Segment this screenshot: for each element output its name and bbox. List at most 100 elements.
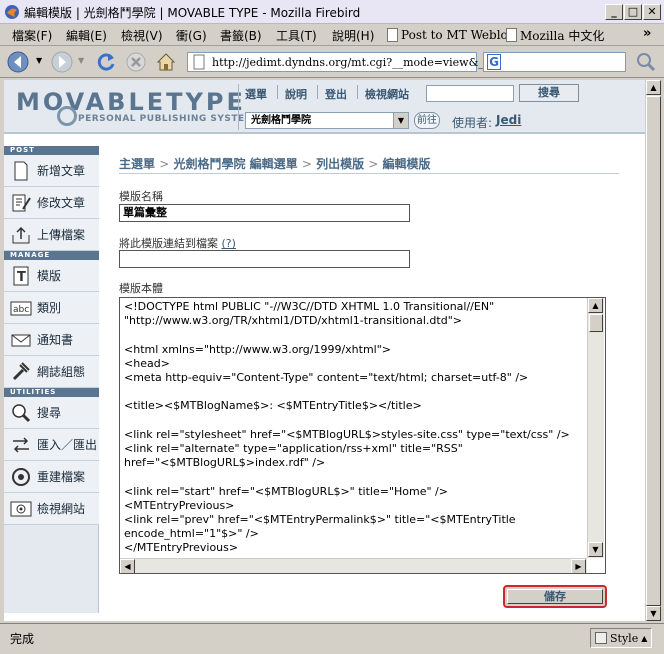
sidebar-item-config[interactable]: 網誌組態 — [4, 356, 99, 388]
url-text: http://jedimt.dyndns.org/mt.cgi?__mode=v… — [212, 56, 502, 69]
scroll-down-icon[interactable]: ▼ — [646, 606, 661, 621]
textarea-horizontal-scrollbar[interactable]: ◀ ▶ — [120, 558, 587, 573]
sidebar-item-templates[interactable]: T 模版 — [4, 260, 99, 292]
sidebar-item-import-export[interactable]: 匯入／匯出 — [4, 429, 99, 461]
menu-file[interactable]: 檔案(F) — [12, 27, 52, 44]
sidebar-item-notifications[interactable]: 通知書 — [4, 324, 99, 356]
sidebar-item-rebuild[interactable]: 重建檔案 — [4, 461, 99, 493]
search-bar[interactable]: G — [483, 52, 626, 72]
mt-header: MOVABLETYPE PERSONAL PUBLISHING SYSTEM 選… — [4, 80, 645, 134]
menu-tools[interactable]: 工具(T) — [276, 27, 317, 44]
logo-tagline: PERSONAL PUBLISHING SYSTEM — [78, 114, 255, 124]
sidebar-item-edit-entries[interactable]: 修改文章 — [4, 187, 99, 219]
throbber-icon[interactable] — [634, 50, 658, 74]
user-name-link[interactable]: Jedi — [496, 113, 521, 127]
new-entry-icon — [14, 161, 28, 180]
textarea-vertical-scrollbar[interactable]: ▲ ▼ — [587, 298, 604, 558]
menu-help[interactable]: 說明(H) — [332, 27, 374, 44]
status-bar: 完成 Style ▲ — [0, 623, 664, 654]
crumb-separator: > — [159, 157, 170, 171]
back-dropdown-icon[interactable]: ▼ — [36, 56, 42, 65]
scroll-down-icon[interactable]: ▼ — [588, 542, 603, 557]
scroll-up-icon[interactable]: ▲ — [588, 298, 603, 313]
header-separator — [357, 85, 358, 99]
bookmark-mozilla-zh[interactable]: Mozilla 中文化 — [506, 26, 604, 44]
blog-select[interactable]: 光劍格鬥學院 ▼ — [245, 112, 409, 129]
save-button-label: 儲存 — [507, 589, 603, 604]
status-text: 完成 — [10, 632, 35, 646]
template-name-input[interactable]: 單篇彙整 — [119, 204, 410, 222]
menu-edit[interactable]: 編輯(E) — [66, 27, 107, 44]
scroll-thumb[interactable] — [646, 96, 661, 606]
help-link[interactable]: (?) — [222, 237, 236, 250]
header-link-view-site[interactable]: 檢視網站 — [365, 86, 409, 102]
rebuild-icon — [12, 467, 30, 486]
user-label: 使用者: — [452, 116, 493, 130]
categories-icon: abc — [10, 301, 32, 315]
sidebar-section-utilities: UTILITIES — [4, 388, 99, 397]
scroll-thumb[interactable] — [589, 314, 603, 332]
forward-icon[interactable] — [50, 50, 74, 74]
home-icon[interactable] — [154, 50, 178, 74]
crumb-list-templates[interactable]: 列出模版 — [316, 157, 364, 171]
window-title: 編輯模版 | 光劍格鬥學院 | MOVABLE TYPE - Mozilla F… — [24, 6, 361, 20]
menu-bar: 檔案(F) 編輯(E) 檢視(V) 衝(G) 書籤(B) 工具(T) 說明(H)… — [0, 24, 664, 46]
link-file-input[interactable] — [119, 250, 410, 268]
mt-search-button[interactable]: 搜尋 — [519, 84, 579, 102]
reload-icon[interactable] — [94, 50, 118, 74]
chevron-up-icon: ▲ — [641, 633, 648, 643]
upload-file-icon — [12, 226, 30, 243]
import-export-icon — [13, 436, 29, 453]
sidebar-item-search[interactable]: 搜尋 — [4, 397, 99, 429]
sidebar-item-categories[interactable]: abc 類別 — [4, 292, 99, 324]
scroll-right-icon[interactable]: ▶ — [571, 559, 586, 573]
svg-text:T: T — [17, 270, 26, 285]
go-button[interactable]: 前往 — [414, 112, 440, 129]
address-bar[interactable]: http://jedimt.dyndns.org/mt.cgi?__mode=v… — [187, 52, 502, 72]
save-button[interactable]: 儲存 — [503, 585, 607, 608]
minimize-button[interactable]: _ — [605, 4, 623, 20]
header-link-help[interactable]: 說明 — [285, 86, 307, 102]
search-icon — [12, 403, 31, 422]
page-icon — [387, 28, 398, 42]
menu-go[interactable]: 衝(G) — [176, 27, 207, 44]
header-separator — [317, 85, 318, 99]
sidebar: POST 新增文章 修改文章 上傳檔案 MANAGE T 模版 abc 類別 通… — [4, 146, 99, 613]
page-vertical-scrollbar[interactable]: ▲ ▼ — [645, 80, 661, 621]
stylesheet-icon — [595, 632, 607, 644]
toolbar-overflow-chevron[interactable]: » — [643, 26, 651, 41]
breadcrumb: 主選單 > 光劍格鬥學院 編輯選單 > 列出模版 > 編輯模版 — [119, 155, 431, 172]
crumb-current: 編輯模版 — [382, 157, 431, 171]
scroll-up-icon[interactable]: ▲ — [646, 80, 661, 95]
sidebar-item-upload-file[interactable]: 上傳檔案 — [4, 219, 99, 251]
blog-select-value: 光劍格鬥學院 — [251, 115, 311, 126]
maximize-button[interactable]: □ — [624, 4, 642, 20]
stop-icon[interactable] — [124, 50, 148, 74]
mt-search-input[interactable] — [426, 85, 514, 102]
templates-icon: T — [13, 266, 29, 285]
close-button[interactable]: ✕ — [643, 4, 661, 20]
sidebar-item-view-site[interactable]: 檢視網站 — [4, 493, 99, 525]
back-icon[interactable] — [6, 50, 30, 74]
menu-view[interactable]: 檢視(V) — [121, 27, 163, 44]
gear-logo-icon — [57, 106, 77, 126]
page-content: MOVABLETYPE PERSONAL PUBLISHING SYSTEM 選… — [4, 80, 645, 621]
style-switcher[interactable]: Style ▲ — [590, 628, 652, 648]
crumb-blog-menu[interactable]: 光劍格鬥學院 編輯選單 — [173, 157, 297, 171]
crumb-main-menu[interactable]: 主選單 — [119, 157, 155, 171]
scroll-left-icon[interactable]: ◀ — [120, 559, 135, 573]
forward-dropdown-icon[interactable]: ▼ — [78, 56, 84, 65]
movabletype-logo[interactable]: MOVABLETYPE — [16, 88, 246, 116]
template-body-textarea[interactable]: <!DOCTYPE html PUBLIC "-//W3C//DTD XHTML… — [119, 297, 606, 574]
menu-bookmarks[interactable]: 書籤(B) — [220, 27, 262, 44]
sidebar-item-new-entry[interactable]: 新增文章 — [4, 155, 99, 187]
crumb-separator: > — [368, 157, 379, 171]
page-icon — [193, 54, 205, 70]
header-link-logout[interactable]: 登出 — [325, 86, 347, 102]
bookmark-post-to-mt[interactable]: Post to MT Weblog — [387, 26, 515, 44]
firebird-icon — [5, 5, 19, 19]
sidebar-section-manage: MANAGE — [4, 251, 99, 260]
header-link-menu[interactable]: 選單 — [245, 86, 267, 102]
config-icon — [12, 361, 30, 380]
template-body-label: 模版本體 — [119, 282, 163, 295]
